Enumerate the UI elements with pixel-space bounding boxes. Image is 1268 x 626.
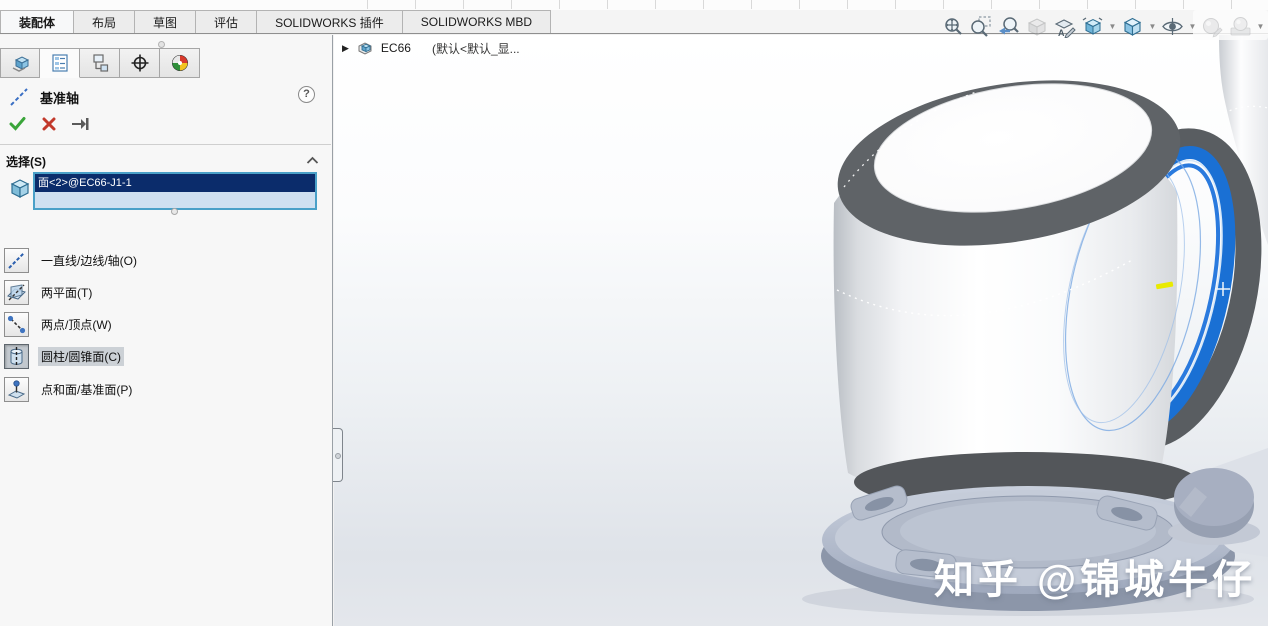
edit-appearance-icon[interactable]: [1200, 14, 1225, 39]
help-icon[interactable]: ?: [298, 86, 315, 103]
option-label: 圆柱/圆锥面(C): [38, 346, 124, 366]
option-two-points[interactable]: 两点/顶点(W): [4, 310, 115, 338]
left-task-panel: 基准轴 ? 选择(S) 面<2>@EC66-J1-1 一直线/边线/轴(O) 两…: [0, 35, 333, 626]
selection-section-header[interactable]: 选择(S): [6, 153, 46, 170]
view-orientation-icon[interactable]: [1080, 14, 1105, 39]
tab-solidworks-addins[interactable]: SOLIDWORKS 插件: [257, 10, 403, 33]
graphics-viewport[interactable]: ▶ EC66 (默认<默认_显... 知乎 @锦城牛仔: [333, 35, 1268, 626]
listbox-resize-grip[interactable]: [171, 208, 178, 215]
zoom-to-area-icon[interactable]: [968, 14, 993, 39]
property-manager-header: 基准轴: [8, 86, 79, 108]
option-two-planes[interactable]: 两平面(T): [4, 278, 95, 306]
color-wheel-icon: [171, 55, 188, 71]
collapsed-toolbar-strip: [0, 0, 1268, 10]
option-line-edge-axis[interactable]: 一直线/边线/轴(O): [4, 246, 140, 274]
previous-view-icon[interactable]: [996, 14, 1021, 39]
dimxpert-manager-icon[interactable]: [120, 48, 160, 78]
pm-action-bar: [8, 114, 91, 133]
property-manager-panel: 基准轴 ? 选择(S) 面<2>@EC66-J1-1 一直线/边线/轴(O) 两…: [0, 78, 331, 626]
svg-text:A: A: [1058, 28, 1065, 38]
solidworks-window: 装配体 布局 草图 评估 SOLIDWORKS 插件 SOLIDWORKS MB…: [0, 0, 1268, 626]
robot-joint-model[interactable]: [334, 35, 1268, 626]
option-label: 两平面(T): [41, 285, 93, 300]
adjacent-base-part[interactable]: [1168, 448, 1268, 557]
tab-sketch[interactable]: 草图: [135, 10, 197, 33]
panel-collapse-grip[interactable]: [158, 41, 165, 48]
assembly-component-icon: [358, 42, 372, 55]
component-name[interactable]: EC66: [381, 41, 411, 55]
display-style-icon[interactable]: [1120, 14, 1145, 39]
section-divider: [0, 144, 331, 145]
display-manager-icon[interactable]: [160, 48, 200, 78]
view-orientation-dropdown-arrow[interactable]: ▼: [1108, 22, 1117, 31]
section-view-icon[interactable]: [1024, 14, 1049, 39]
panel-splitter-handle[interactable]: [333, 428, 343, 482]
face-selection-icon: [10, 179, 30, 198]
manager-tab-strip: [0, 48, 200, 78]
property-manager-icon[interactable]: [40, 48, 80, 78]
option-point-and-surface[interactable]: 点和面/基准面(P): [4, 375, 135, 403]
splitter-grip-dot: [335, 453, 341, 459]
hide-show-items-dropdown-arrow[interactable]: ▼: [1188, 22, 1197, 31]
configuration-name[interactable]: (默认<默认_显...: [432, 40, 520, 57]
zoom-to-fit-icon[interactable]: [940, 14, 965, 39]
display-style-dropdown-arrow[interactable]: ▼: [1148, 22, 1157, 31]
apply-scene-dropdown-arrow[interactable]: ▼: [1256, 22, 1265, 31]
chevron-up-icon[interactable]: [306, 156, 319, 165]
tab-evaluate[interactable]: 评估: [196, 10, 258, 33]
ok-check-icon[interactable]: [8, 114, 27, 133]
main-joint-housing[interactable]: [826, 58, 1223, 496]
annotation-views-icon[interactable]: A: [1052, 14, 1077, 39]
tree-expand-arrow-icon[interactable]: ▶: [342, 43, 349, 54]
selection-listbox[interactable]: 面<2>@EC66-J1-1: [33, 172, 317, 210]
line-edge-axis-icon[interactable]: [4, 247, 29, 273]
apply-scene-icon[interactable]: [1228, 14, 1253, 39]
option-cylindrical-conical[interactable]: 圆柱/圆锥面(C): [4, 342, 124, 370]
tab-layout[interactable]: 布局: [74, 10, 136, 33]
configuration-icon: [92, 54, 108, 72]
selection-item[interactable]: 面<2>@EC66-J1-1: [35, 174, 315, 192]
reference-axis-icon: [10, 88, 28, 106]
feature-tree-icon: [12, 56, 30, 72]
two-planes-icon[interactable]: [4, 279, 29, 305]
cylindrical-conical-face-icon[interactable]: [4, 343, 29, 369]
point-and-surface-icon[interactable]: [4, 376, 29, 402]
heads-up-view-toolbar: A ▼ ▼ ▼ ▼: [940, 12, 1268, 40]
toolbar-separator-ticks: [320, 0, 1268, 9]
tab-solidworks-mbd[interactable]: SOLIDWORKS MBD: [402, 10, 552, 33]
two-points-vertices-icon[interactable]: [4, 311, 29, 337]
option-label: 一直线/边线/轴(O): [41, 253, 137, 268]
hide-show-items-icon[interactable]: [1160, 14, 1185, 39]
feature-manager-tree-icon[interactable]: [0, 48, 40, 78]
pin-icon[interactable]: [71, 115, 91, 133]
configuration-manager-icon[interactable]: [80, 48, 120, 78]
flyout-feature-tree[interactable]: ▶ EC66 (默认<默认_显...: [342, 39, 520, 57]
page-title: 基准轴: [40, 90, 80, 106]
property-form-icon: [51, 54, 68, 72]
tab-assembly[interactable]: 装配体: [0, 10, 75, 33]
option-label: 点和面/基准面(P): [41, 382, 133, 397]
watermark-text: 知乎 @锦城牛仔: [934, 558, 1257, 602]
dimxpert-target-icon: [131, 54, 148, 72]
cancel-x-icon[interactable]: [41, 116, 57, 132]
option-label: 两点/顶点(W): [41, 317, 112, 332]
